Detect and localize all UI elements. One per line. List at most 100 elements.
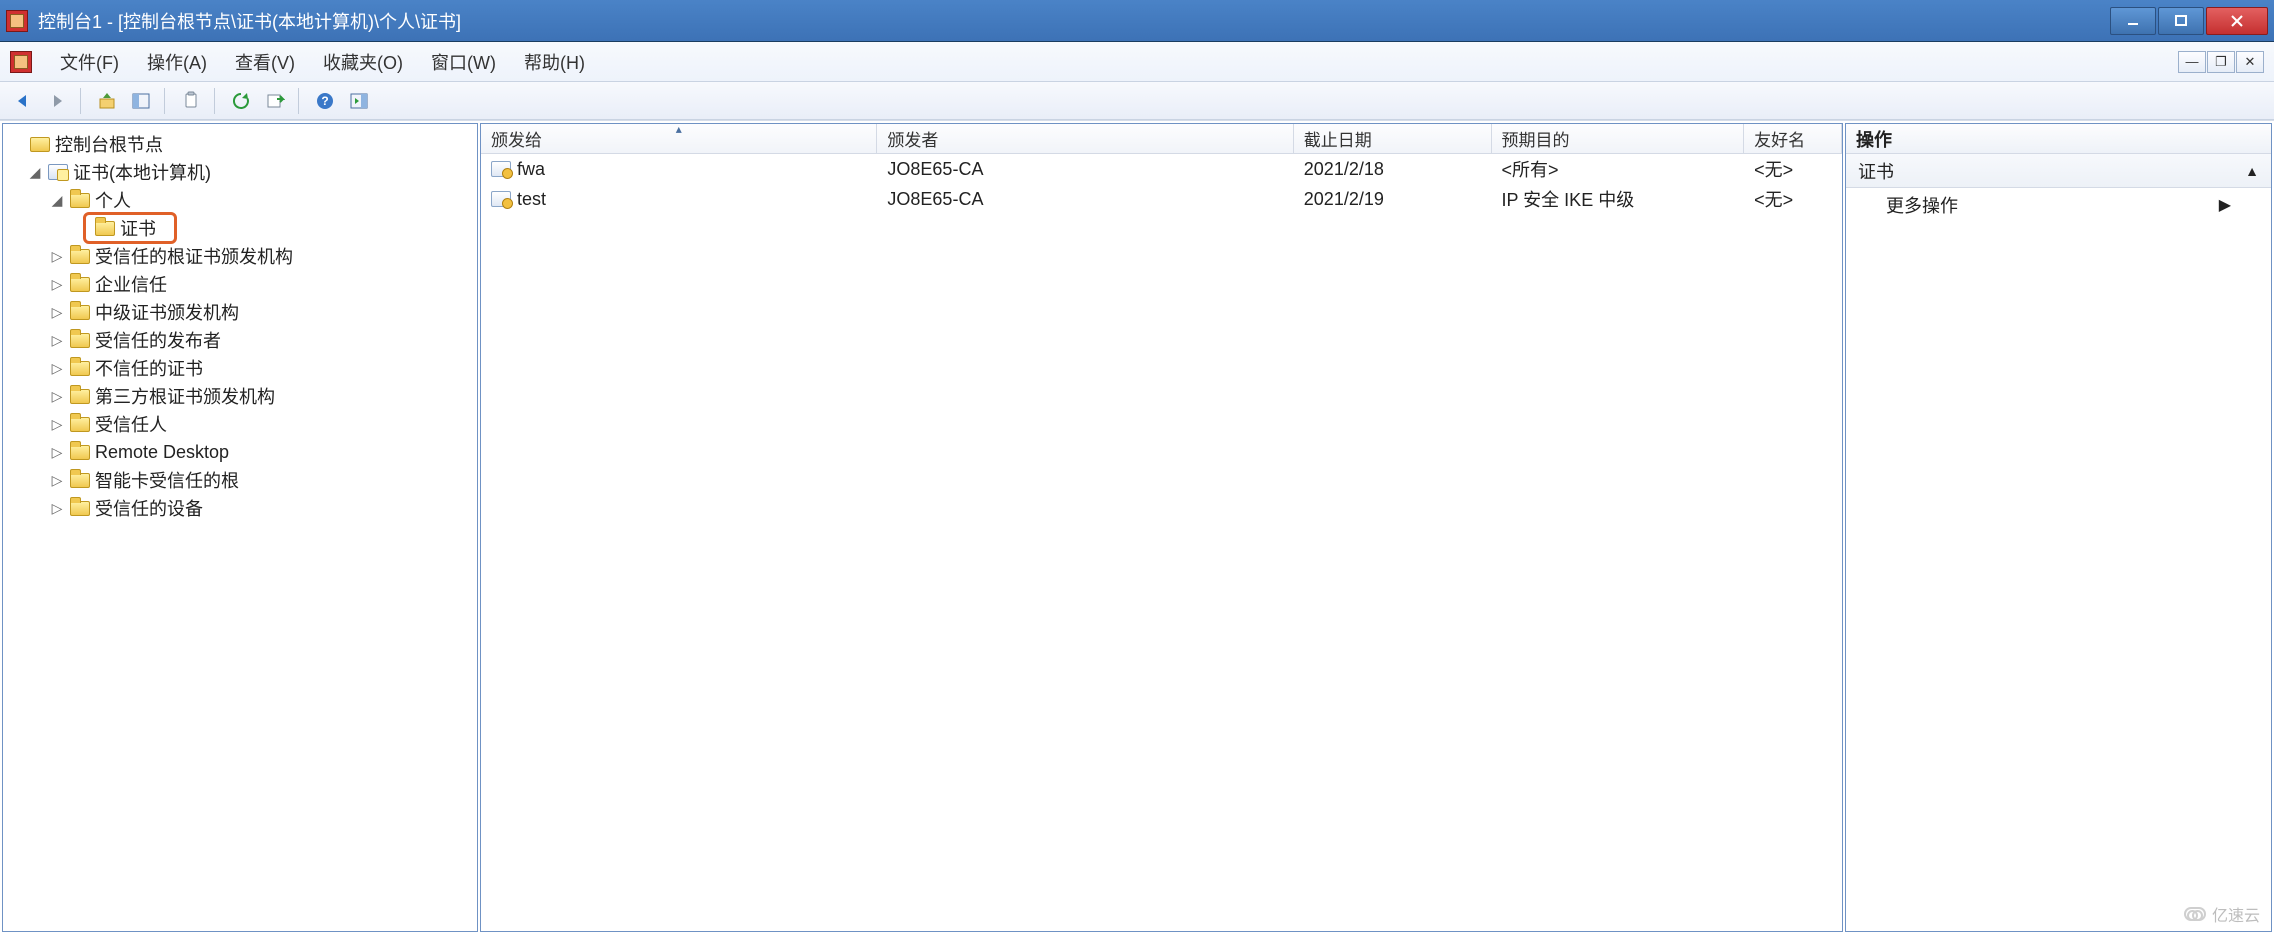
- window-controls: [2110, 7, 2268, 35]
- expand-icon[interactable]: ▷: [49, 276, 65, 293]
- expand-icon[interactable]: ▷: [49, 500, 65, 517]
- cell-purpose: IP 安全 IKE 中级: [1492, 186, 1745, 212]
- show-hide-tree-button[interactable]: [126, 87, 156, 115]
- tree-node[interactable]: ▷ 受信任的根证书颁发机构: [3, 242, 477, 270]
- mdi-restore-button[interactable]: ❐: [2207, 51, 2235, 73]
- actions-more-label: 更多操作: [1886, 192, 1958, 218]
- list-row[interactable]: fwaJO8E65-CA2021/2/18<所有><无>: [481, 154, 1842, 184]
- tree-label: 个人: [95, 187, 131, 213]
- expand-icon[interactable]: ▷: [49, 248, 65, 265]
- tree-node[interactable]: ▷ 第三方根证书颁发机构: [3, 382, 477, 410]
- column-expiry[interactable]: 截止日期: [1294, 124, 1492, 153]
- result-list-pane: 颁发给 颁发者 截止日期 预期目的 友好名 fwaJO8E65-CA2021/2…: [480, 123, 1843, 932]
- expand-icon[interactable]: ▷: [49, 332, 65, 349]
- menu-action[interactable]: 操作(A): [133, 45, 221, 79]
- tree-label: 证书: [120, 215, 156, 241]
- mdi-close-button[interactable]: ✕: [2236, 51, 2264, 73]
- expand-icon[interactable]: ▷: [49, 304, 65, 321]
- tree-label: 第三方根证书颁发机构: [95, 383, 275, 409]
- tree-node[interactable]: ▷ 智能卡受信任的根: [3, 466, 477, 494]
- column-purpose[interactable]: 预期目的: [1492, 124, 1745, 153]
- cert-store-icon: [47, 163, 69, 181]
- actions-section[interactable]: 证书 ▲: [1846, 154, 2271, 188]
- tree-node[interactable]: ▷ 受信任人: [3, 410, 477, 438]
- expand-icon[interactable]: ▷: [49, 472, 65, 489]
- tree-label: 受信任的设备: [95, 495, 203, 521]
- window-titlebar: 控制台1 - [控制台根节点\证书(本地计算机)\个人\证书]: [0, 0, 2274, 42]
- toolbar-separator: [80, 88, 84, 114]
- back-button[interactable]: [8, 87, 38, 115]
- folder-icon: [69, 191, 91, 209]
- up-button[interactable]: [92, 87, 122, 115]
- collapse-icon[interactable]: ◢: [27, 164, 43, 181]
- folder-icon: [69, 471, 91, 489]
- mdi-icon[interactable]: [10, 51, 32, 73]
- tree-node[interactable]: ▷ 受信任的发布者: [3, 326, 477, 354]
- list-body[interactable]: fwaJO8E65-CA2021/2/18<所有><无>testJO8E65-C…: [481, 154, 1842, 931]
- tree-node[interactable]: ▷中级证书颁发机构: [3, 298, 477, 326]
- tree-node[interactable]: ▷ 不信任的证书: [3, 354, 477, 382]
- folder-icon: [69, 499, 91, 517]
- help-button[interactable]: ?: [310, 87, 340, 115]
- maximize-button[interactable]: [2158, 7, 2204, 35]
- tree-label: 受信任的根证书颁发机构: [95, 243, 293, 269]
- actions-pane: 操作 证书 ▲ 更多操作 ▶: [1845, 123, 2272, 932]
- close-button[interactable]: [2206, 7, 2268, 35]
- expand-icon[interactable]: ▷: [49, 444, 65, 461]
- window-title: 控制台1 - [控制台根节点\证书(本地计算机)\个人\证书]: [38, 8, 2110, 34]
- tree-label: 证书(本地计算机): [73, 159, 211, 185]
- toolbar: ?: [0, 82, 2274, 120]
- collapse-icon[interactable]: ◢: [49, 192, 65, 209]
- console-tree: 控制台根节点 ◢ 证书(本地计算机) ◢ 个人 证书 ▷受信任的根证书颁发机构▷…: [3, 124, 477, 528]
- mdi-controls: — ❐ ✕: [2178, 51, 2264, 73]
- folder-icon: [69, 331, 91, 349]
- tree-label: 智能卡受信任的根: [95, 467, 239, 493]
- tree-node[interactable]: ▷企业信任: [3, 270, 477, 298]
- tree-label: 控制台根节点: [55, 131, 163, 157]
- menu-help[interactable]: 帮助(H): [510, 45, 599, 79]
- watermark-icon: [2184, 907, 2206, 921]
- expand-icon[interactable]: ▷: [49, 416, 65, 433]
- tree-label: 受信任的发布者: [95, 327, 221, 353]
- column-issued-by[interactable]: 颁发者: [877, 124, 1293, 153]
- mdi-minimize-button[interactable]: —: [2178, 51, 2206, 73]
- folder-icon: [69, 247, 91, 265]
- export-list-button[interactable]: [260, 87, 290, 115]
- minimize-button[interactable]: [2110, 7, 2156, 35]
- show-hide-action-button[interactable]: [344, 87, 374, 115]
- forward-button[interactable]: [42, 87, 72, 115]
- expand-icon[interactable]: ▷: [49, 388, 65, 405]
- tree-personal-node[interactable]: ◢ 个人: [3, 186, 477, 214]
- chevron-right-icon: ▶: [2219, 195, 2231, 215]
- tree-label: 不信任的证书: [95, 355, 203, 381]
- menu-favorites[interactable]: 收藏夹(O): [309, 45, 417, 79]
- cell-friendly: <无>: [1744, 186, 1842, 212]
- menu-bar: 文件(F) 操作(A) 查看(V) 收藏夹(O) 窗口(W) 帮助(H) — ❐…: [0, 42, 2274, 82]
- expand-icon[interactable]: ▷: [49, 360, 65, 377]
- column-issued-to[interactable]: 颁发给: [481, 124, 877, 153]
- cell-purpose: <所有>: [1492, 156, 1745, 182]
- copy-button[interactable]: [176, 87, 206, 115]
- list-header: 颁发给 颁发者 截止日期 预期目的 友好名: [481, 124, 1842, 154]
- app-icon: [6, 10, 28, 32]
- tree-root-node[interactable]: 控制台根节点: [3, 130, 477, 158]
- cell-friendly: <无>: [1744, 156, 1842, 182]
- refresh-button[interactable]: [226, 87, 256, 115]
- folder-icon: [94, 219, 116, 237]
- cell-issued-to: fwa: [517, 159, 545, 180]
- watermark: 亿速云: [2184, 902, 2260, 926]
- tree-node[interactable]: ▷ 受信任的设备: [3, 494, 477, 522]
- tree-label: Remote Desktop: [95, 442, 229, 463]
- folder-icon: [69, 387, 91, 405]
- tree-label: 受信任人: [95, 411, 167, 437]
- actions-more[interactable]: 更多操作 ▶: [1846, 188, 2271, 222]
- menu-file[interactable]: 文件(F): [46, 45, 133, 79]
- column-friendly[interactable]: 友好名: [1744, 124, 1842, 153]
- menu-window[interactable]: 窗口(W): [417, 45, 510, 79]
- menu-view[interactable]: 查看(V): [221, 45, 309, 79]
- tree-node[interactable]: ▷ Remote Desktop: [3, 438, 477, 466]
- console-tree-pane[interactable]: 控制台根节点 ◢ 证书(本地计算机) ◢ 个人 证书 ▷受信任的根证书颁发机构▷…: [2, 123, 478, 932]
- tree-cert-local-node[interactable]: ◢ 证书(本地计算机): [3, 158, 477, 186]
- list-row[interactable]: testJO8E65-CA2021/2/19IP 安全 IKE 中级<无>: [481, 184, 1842, 214]
- tree-certs-node-selected[interactable]: 证书: [3, 214, 477, 242]
